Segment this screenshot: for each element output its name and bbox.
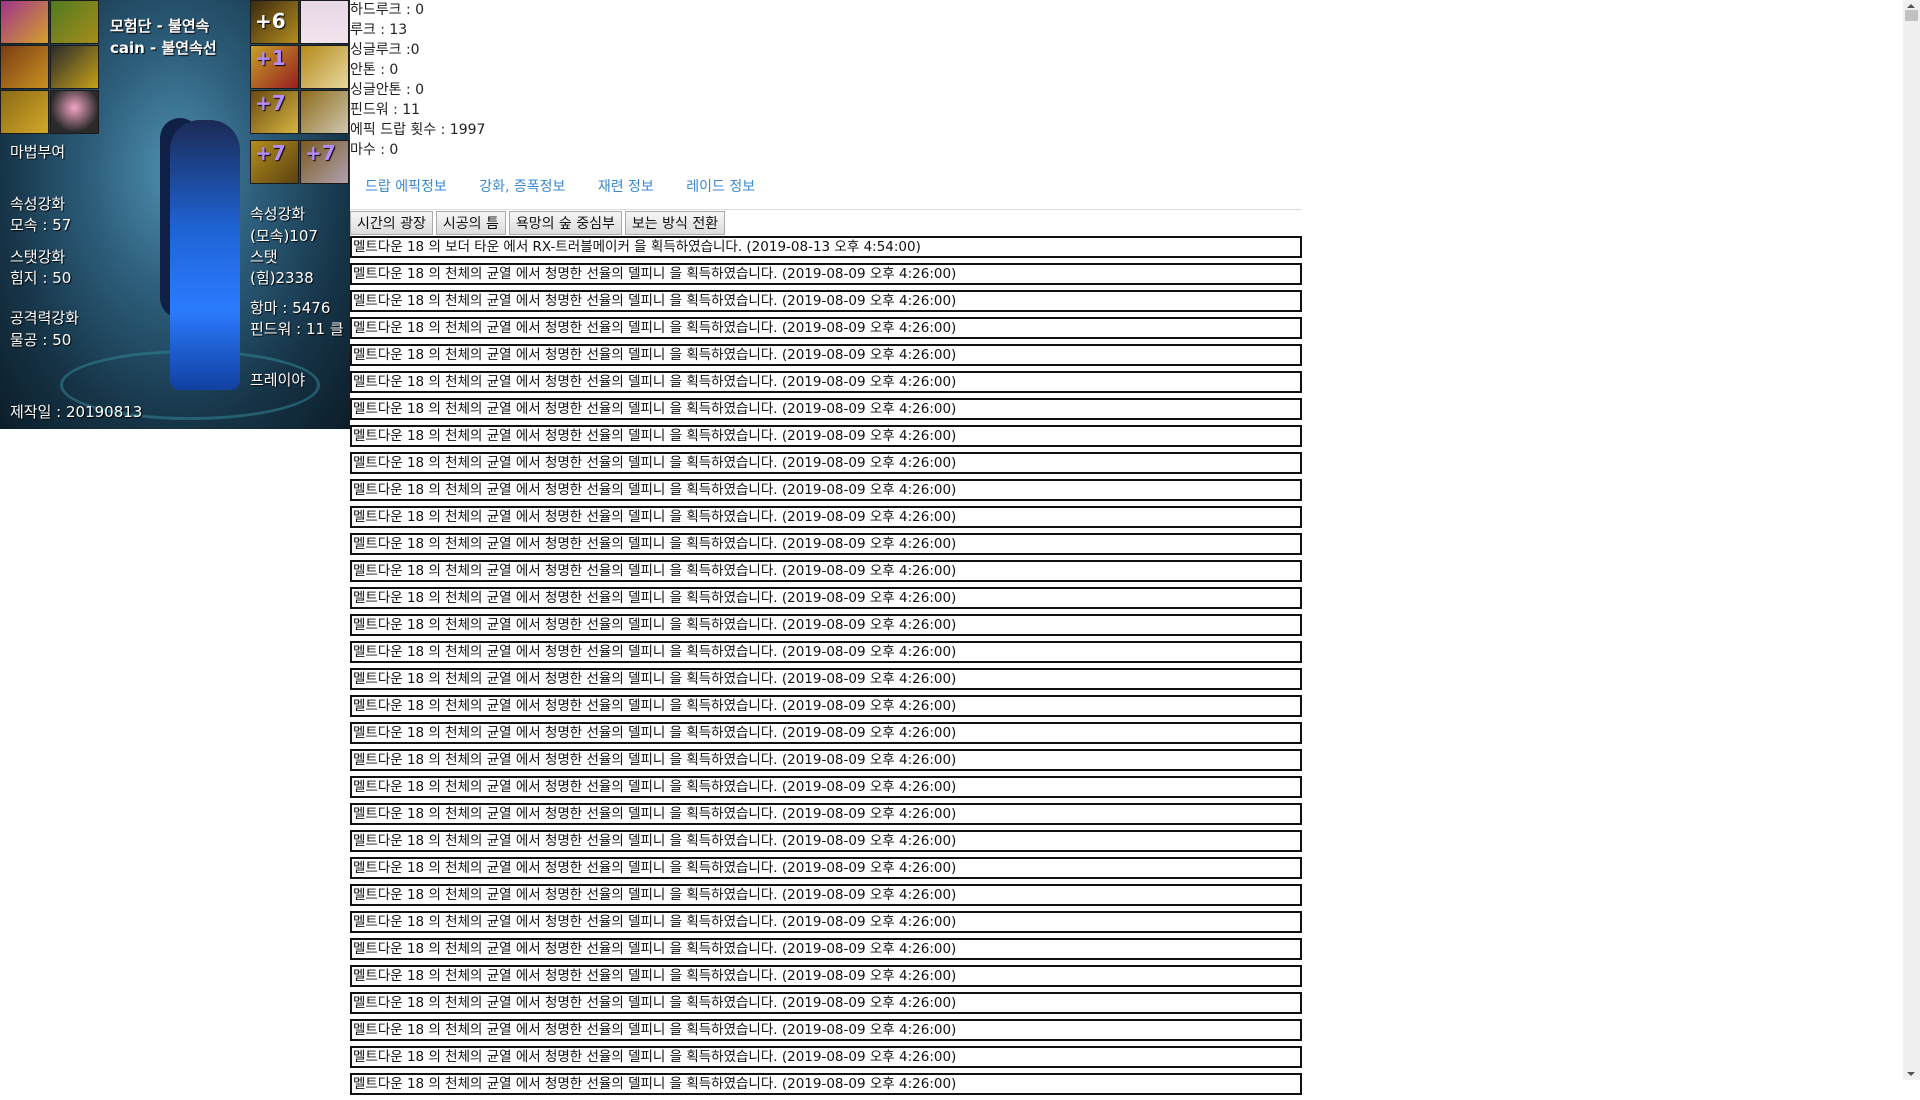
log-row: 멜트다운 18 의 천체의 균열 에서 청명한 선율의 델피니 을 획득하였습니… <box>350 722 1302 744</box>
scrollbar-thumb[interactable] <box>1905 10 1918 21</box>
left-stat-value: 힘지 : 50 <box>10 269 72 287</box>
log-row: 멜트다운 18 의 천체의 균열 에서 청명한 선율의 델피니 을 획득하였습니… <box>350 938 1302 960</box>
log-row: 멜트다운 18 의 천체의 균열 에서 청명한 선율의 델피니 을 획득하였습니… <box>350 398 1302 420</box>
item-slot[interactable]: +1 <box>250 45 299 89</box>
log-row: 멜트다운 18 의 천체의 균열 에서 청명한 선율의 델피니 을 획득하였습니… <box>350 371 1302 393</box>
scroll-down-arrow-icon[interactable] <box>1907 1072 1915 1076</box>
dungeon-filter-buttons: 시간의 광장 시공의 틈 욕망의 숲 중심부 보는 방식 전환 <box>350 211 726 235</box>
item-slot[interactable] <box>300 45 349 89</box>
character-name: cain - 불연속선 <box>110 39 217 57</box>
log-row: 멜트다운 18 의 천체의 균열 에서 청명한 선율의 델피니 을 획득하였습니… <box>350 263 1302 285</box>
item-slot[interactable]: +6 <box>250 0 299 44</box>
raid-stats: 하드루크 : 0 루크 : 13 싱글루크 :0 안톤 : 0 싱글안톤 : 0… <box>350 0 485 160</box>
character-card: +6 +1 +7 +7 +7 모험단 - 불연속 cain - 불연속선 마법부… <box>0 0 350 429</box>
info-tabs: 드랍 에픽정보 강화, 증폭정보 재련 정보 레이드 정보 <box>365 176 783 196</box>
log-row: 멜트다운 18 의 천체의 균열 에서 청명한 선율의 델피니 을 획득하였습니… <box>350 425 1302 447</box>
log-row: 멜트다운 18 의 천체의 균열 에서 청명한 선율의 델피니 을 획득하였습니… <box>350 776 1302 798</box>
character-sprite <box>170 120 240 390</box>
space-time-rift-button[interactable]: 시공의 틈 <box>435 211 506 235</box>
log-row: 멜트다운 18 의 보더 타운 에서 RX-트러블메이커 을 획득하였습니다. … <box>350 236 1302 258</box>
stat-line: 루크 : 13 <box>350 22 408 38</box>
class-name: 프레이야 <box>250 371 306 389</box>
stat-line: 에픽 드랍 횟수 : 1997 <box>350 122 486 138</box>
log-row: 멜트다운 18 의 천체의 균열 에서 청명한 선율의 델피니 을 획득하였습니… <box>350 911 1302 933</box>
log-row: 멜트다운 18 의 천체의 균열 에서 청명한 선율의 델피니 을 획득하였습니… <box>350 560 1302 582</box>
right-stat: 스탯 <box>250 248 278 266</box>
log-row: 멜트다운 18 의 천체의 균열 에서 청명한 선율의 델피니 을 획득하였습니… <box>350 857 1302 879</box>
enchant-label: 마법부여 <box>10 143 66 161</box>
log-row: 멜트다운 18 의 천체의 균열 에서 청명한 선율의 델피니 을 획득하였습니… <box>350 1019 1302 1041</box>
tab-refine[interactable]: 재련 정보 <box>598 179 654 195</box>
upgrade-badge: +1 <box>255 46 286 70</box>
log-row: 멜트다운 18 의 천체의 균열 에서 청명한 선율의 델피니 을 획득하였습니… <box>350 749 1302 771</box>
anti-magic: 항마 : 5476 <box>250 299 331 317</box>
forest-of-desire-button[interactable]: 욕망의 숲 중심부 <box>508 211 622 235</box>
log-row: 멜트다운 18 의 천체의 균열 에서 청명한 선율의 델피니 을 획득하였습니… <box>350 965 1302 987</box>
tab-raid[interactable]: 레이드 정보 <box>686 179 755 195</box>
stat-line: 싱글안톤 : 0 <box>350 82 425 98</box>
tab-drop-epic[interactable]: 드랍 에픽정보 <box>365 179 447 195</box>
log-row: 멜트다운 18 의 천체의 균열 에서 청명한 선율의 델피니 을 획득하였습니… <box>350 884 1302 906</box>
left-stat-title: 공격력강화 <box>10 309 80 327</box>
log-row: 멜트다운 18 의 천체의 균열 에서 청명한 선율의 델피니 을 획득하였습니… <box>350 533 1302 555</box>
left-stat-value: 모속 : 57 <box>10 216 72 234</box>
log-row: 멜트다운 18 의 천체의 균열 에서 청명한 선율의 델피니 을 획득하였습니… <box>350 992 1302 1014</box>
item-slot[interactable] <box>0 0 49 44</box>
log-row: 멜트다운 18 의 천체의 균열 에서 청명한 선율의 델피니 을 획득하였습니… <box>350 614 1302 636</box>
log-row: 멜트다운 18 의 천체의 균열 에서 청명한 선율의 델피니 을 획득하였습니… <box>350 641 1302 663</box>
item-slot[interactable]: +7 <box>250 90 299 134</box>
log-row: 멜트다운 18 의 천체의 균열 에서 청명한 선율의 델피니 을 획득하였습니… <box>350 479 1302 501</box>
right-stat: (모속)107 <box>250 227 318 245</box>
stat-line: 안톤 : 0 <box>350 62 399 78</box>
item-slot[interactable] <box>0 45 49 89</box>
adventure-name: 모험단 - 불연속 <box>110 17 210 35</box>
log-row: 멜트다운 18 의 천체의 균열 에서 청명한 선율의 델피니 을 획득하였습니… <box>350 344 1302 366</box>
item-slot[interactable] <box>50 90 99 134</box>
log-row: 멜트다운 18 의 천체의 균열 에서 청명한 선율의 델피니 을 획득하였습니… <box>350 668 1302 690</box>
created-date: 제작일 : 20190813 <box>10 403 143 421</box>
upgrade-badge: +7 <box>255 141 286 165</box>
upgrade-badge: +7 <box>255 91 286 115</box>
log-row: 멜트다운 18 의 천체의 균열 에서 청명한 선율의 델피니 을 획득하였습니… <box>350 695 1302 717</box>
right-stat: (힘)2338 <box>250 269 314 287</box>
stat-line: 핀드워 : 11 <box>350 102 421 118</box>
right-stat: 속성강화 <box>250 205 306 223</box>
scroll-up-arrow-icon[interactable] <box>1907 4 1915 8</box>
toggle-view-button[interactable]: 보는 방식 전환 <box>624 211 726 235</box>
log-row: 멜트다운 18 의 천체의 균열 에서 청명한 선율의 델피니 을 획득하였습니… <box>350 803 1302 825</box>
stat-line: 싱글루크 :0 <box>350 42 420 58</box>
log-row: 멜트다운 18 의 천체의 균열 에서 청명한 선율의 델피니 을 획득하였습니… <box>350 317 1302 339</box>
log-row: 멜트다운 18 의 천체의 균열 에서 청명한 선율의 델피니 을 획득하였습니… <box>350 506 1302 528</box>
item-slot[interactable]: +7 <box>250 140 299 184</box>
item-slot[interactable] <box>50 45 99 89</box>
left-stat-value: 물공 : 50 <box>10 331 72 349</box>
item-slot[interactable] <box>50 0 99 44</box>
log-row: 멜트다운 18 의 천체의 균열 에서 청명한 선율의 델피니 을 획득하였습니… <box>350 1073 1302 1095</box>
item-slot[interactable] <box>300 90 349 134</box>
upgrade-badge: +6 <box>255 9 286 33</box>
left-stat-title: 속성강화 <box>10 195 66 213</box>
log-row: 멜트다운 18 의 천체의 균열 에서 청명한 선율의 델피니 을 획득하였습니… <box>350 290 1302 312</box>
fiendwar-clears: 핀드워 : 11 클 <box>250 320 344 338</box>
divider <box>350 209 1302 210</box>
item-slot[interactable]: +7 <box>300 140 349 184</box>
log-row: 멜트다운 18 의 천체의 균열 에서 청명한 선율의 델피니 을 획득하였습니… <box>350 830 1302 852</box>
scrollbar[interactable] <box>1903 0 1920 1080</box>
log-row: 멜트다운 18 의 천체의 균열 에서 청명한 선율의 델피니 을 획득하였습니… <box>350 452 1302 474</box>
time-plaza-button[interactable]: 시간의 광장 <box>350 211 433 235</box>
left-stat-title: 스탯강화 <box>10 248 66 266</box>
item-slot[interactable] <box>0 90 49 134</box>
stat-line: 하드루크 : 0 <box>350 2 425 18</box>
log-row: 멜트다운 18 의 천체의 균열 에서 청명한 선율의 델피니 을 획득하였습니… <box>350 587 1302 609</box>
stat-line: 마수 : 0 <box>350 142 399 158</box>
log-row: 멜트다운 18 의 천체의 균열 에서 청명한 선율의 델피니 을 획득하였습니… <box>350 1046 1302 1068</box>
upgrade-badge: +7 <box>305 141 336 165</box>
drop-log: 멜트다운 18 의 보더 타운 에서 RX-트러블메이커 을 획득하였습니다. … <box>350 236 1302 1100</box>
tab-reinforce[interactable]: 강화, 증폭정보 <box>479 179 565 195</box>
item-slot[interactable] <box>300 0 349 44</box>
